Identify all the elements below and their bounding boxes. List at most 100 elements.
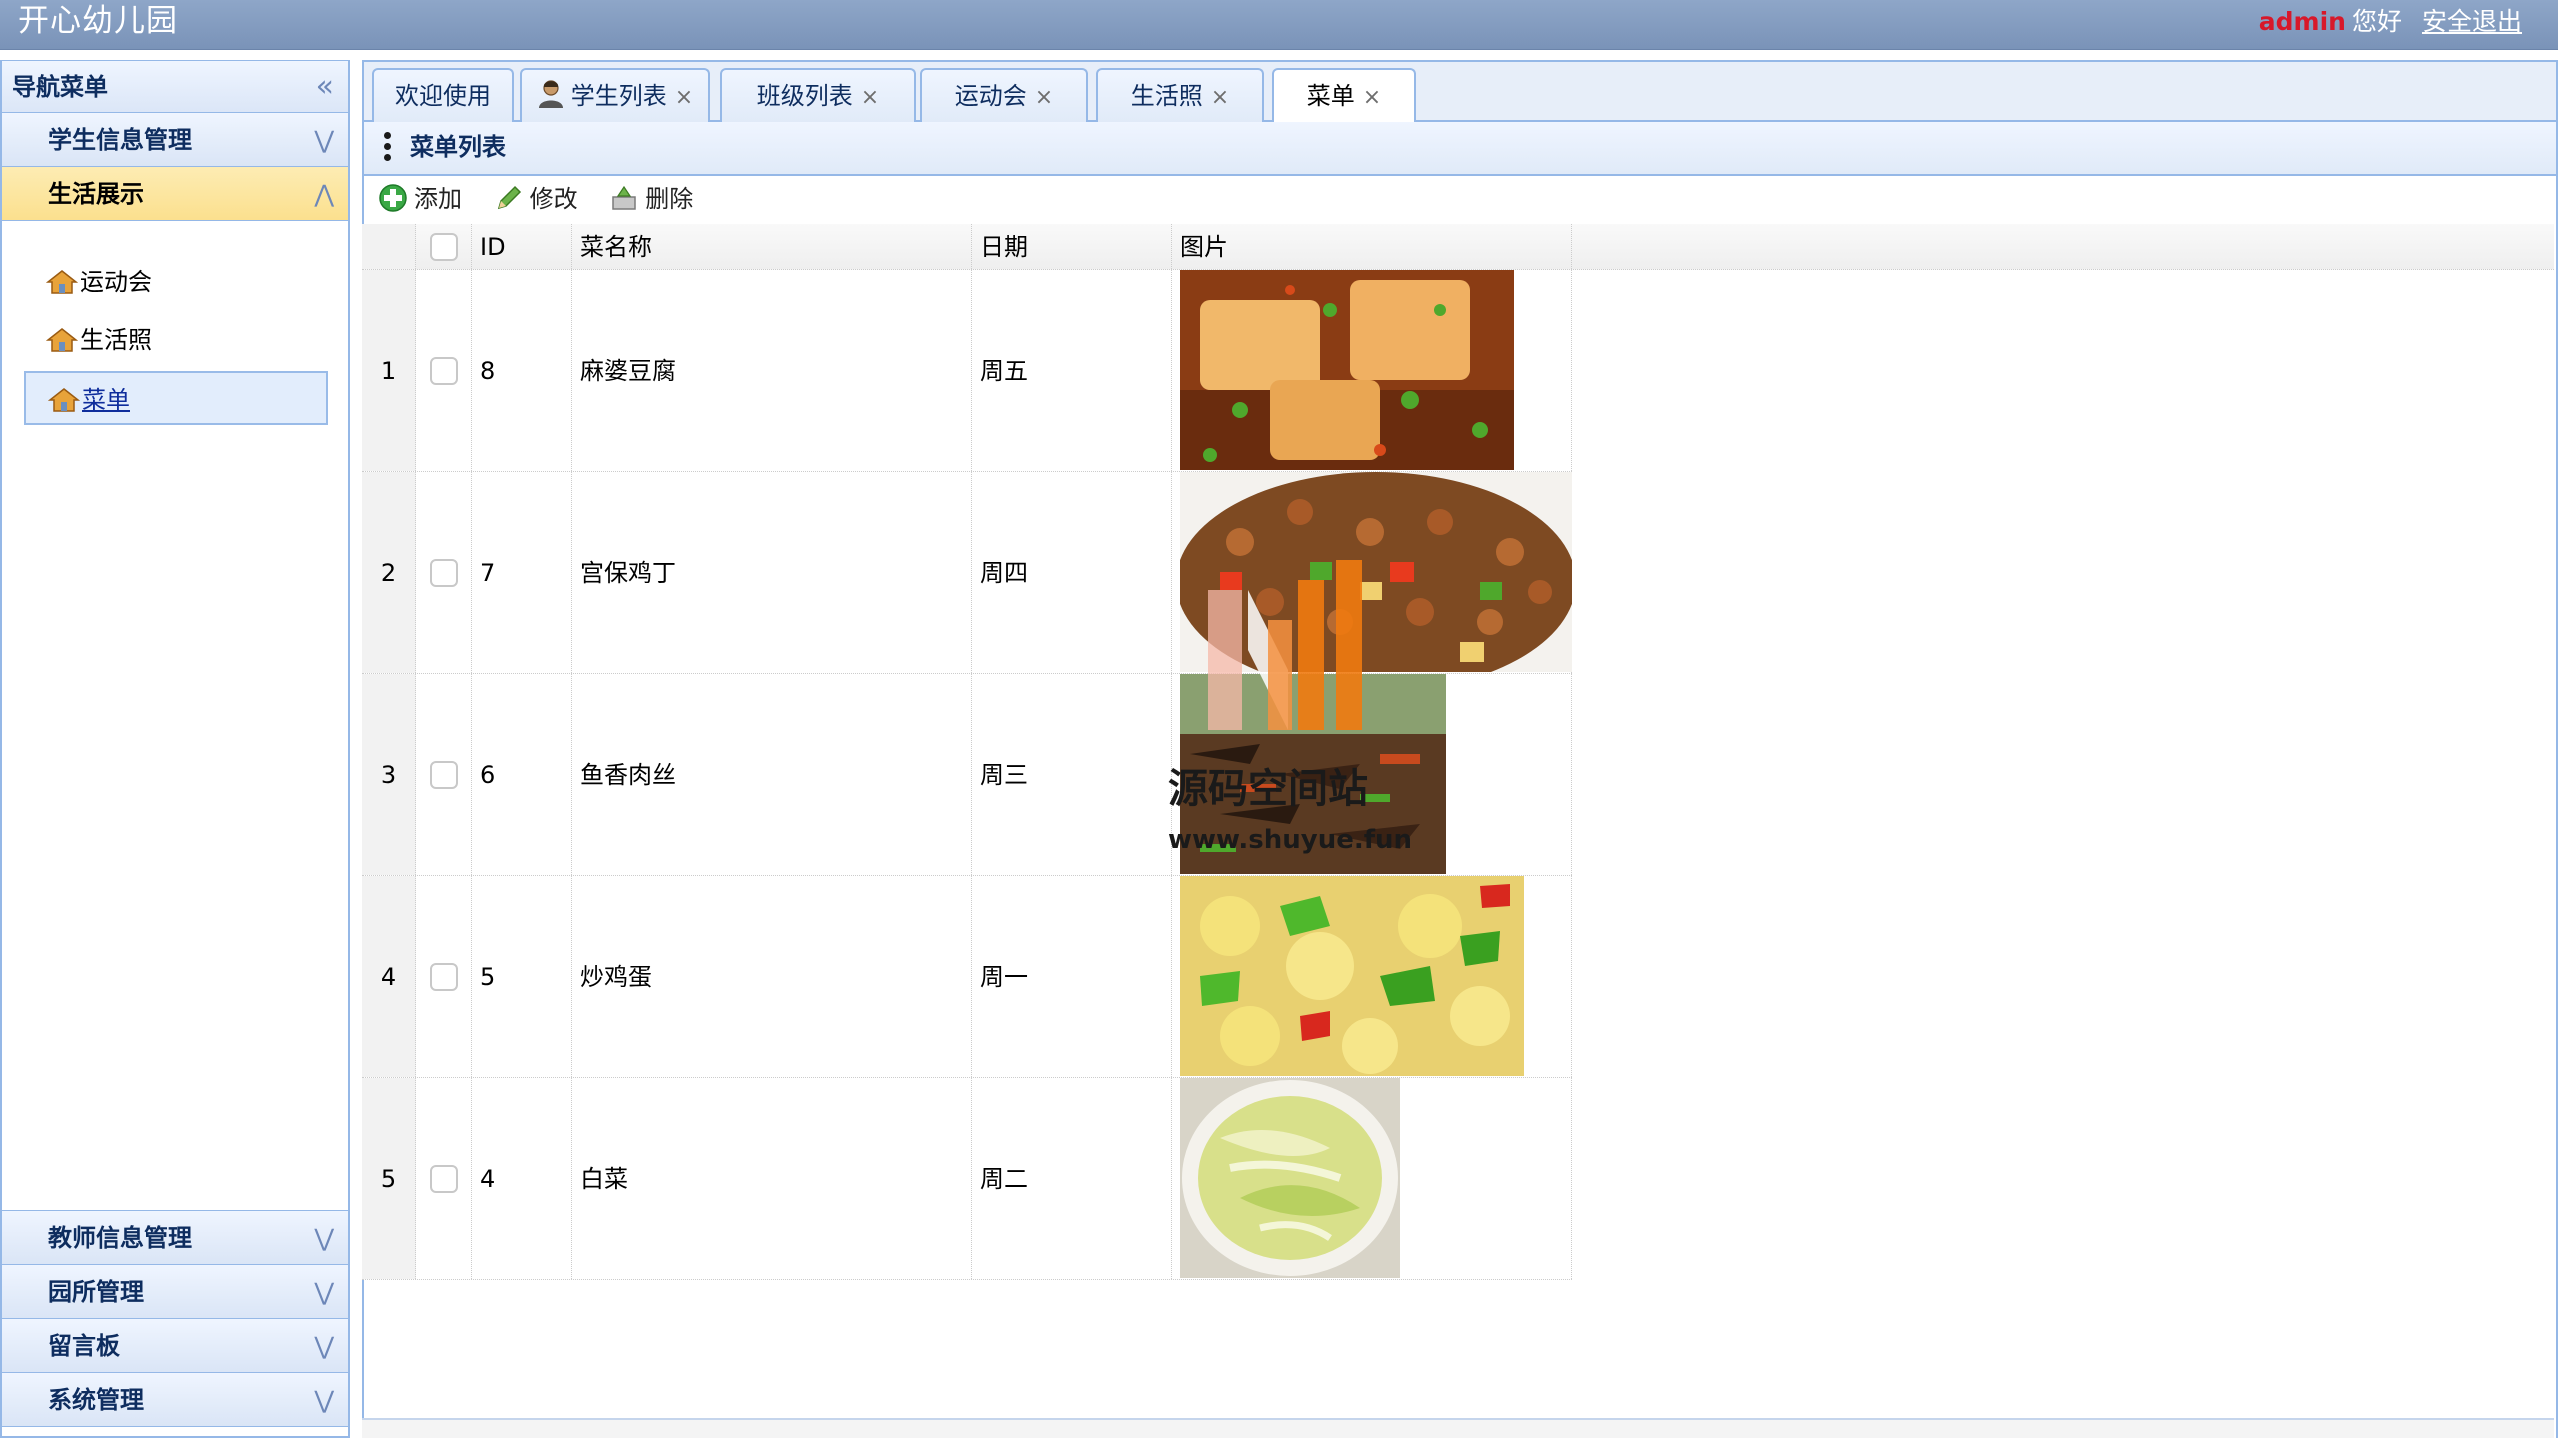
tab-label: 学生列表 [570,82,667,110]
sidebar: 导航菜单 « 学生信息管理 ⋁ 生活展示 ⋀ 运动会 生活照 菜单 教师信息管理… [0,60,350,1438]
column-header-id[interactable]: ID [472,224,572,269]
chevron-down-icon: ⋁ [314,1278,334,1306]
logout-link[interactable]: 安全退出 [2422,7,2522,36]
tab-life-photos[interactable]: 生活照 × [1096,68,1264,124]
menu-data-grid: ID 菜名称 日期 图片 1 8 麻婆豆腐 周五 2 7 宫保鸡丁 周四 3 6… [362,224,2554,1280]
kungpao-chicken-photo [1180,472,1572,672]
home-icon [46,328,78,352]
section-label: 教师信息管理 [48,1224,192,1252]
top-header: 开心幼儿园 admin 您好 安全退出 [0,0,2558,50]
row-checkbox[interactable] [430,558,458,587]
scrambled-egg-photo [1180,876,1524,1076]
cell-date: 周二 [972,1078,1172,1279]
cell-date: 周四 [972,472,1172,673]
tab-label: 运动会 [954,82,1027,110]
cell-image [1172,270,1572,471]
main-area: 欢迎使用 学生列表 × 班级列表 × 运动会 × 生活照 × 菜单 × 菜单列表 添加 修… [362,60,2558,1438]
row-checkbox[interactable] [430,962,458,991]
close-icon[interactable]: × [675,85,693,110]
row-number: 4 [362,876,416,1077]
section-school-admin[interactable]: 园所管理 ⋁ [2,1265,348,1319]
row-select-cell [416,876,472,1077]
tab-label: 菜单 [1306,82,1355,110]
row-checkbox[interactable] [430,760,458,789]
section-label: 园所管理 [48,1278,144,1306]
sidebar-title: 导航菜单 [12,73,108,101]
tab-menu[interactable]: 菜单 × [1272,68,1416,126]
delete-button[interactable]: 删除 [609,176,693,222]
pencil-icon [497,185,521,210]
cell-id: 4 [472,1078,572,1279]
section-label: 生活展示 [48,180,144,208]
edit-label: 修改 [529,185,578,213]
cell-date: 周一 [972,876,1172,1077]
tab-class-list[interactable]: 班级列表 × [720,68,916,124]
row-checkbox[interactable] [430,1164,458,1193]
plus-icon [379,184,407,212]
row-number: 3 [362,674,416,875]
close-icon[interactable]: × [1211,85,1229,110]
toolbar: 添加 修改 删除 [364,176,2556,222]
select-all-checkbox[interactable] [430,232,458,261]
add-label: 添加 [414,185,462,213]
cell-id: 6 [472,674,572,875]
edit-button[interactable]: 修改 [494,176,578,222]
row-number-header [362,224,416,269]
user-area: admin 您好 安全退出 [2259,4,2522,40]
sidebar-item-label: 生活照 [80,326,152,354]
tab-label: 生活照 [1130,82,1203,110]
grid-footer [362,1418,2554,1438]
section-system-admin[interactable]: 系统管理 ⋁ [2,1373,348,1427]
tab-label: 班级列表 [756,82,853,110]
table-row[interactable]: 4 5 炒鸡蛋 周一 [362,876,1572,1078]
cell-id: 8 [472,270,572,471]
row-select-cell [416,1078,472,1279]
sidebar-item-menu[interactable]: 菜单 [24,371,328,425]
cell-name: 宫保鸡丁 [572,472,972,673]
tab-welcome[interactable]: 欢迎使用 [372,68,514,124]
cell-name: 麻婆豆腐 [572,270,972,471]
row-select-cell [416,270,472,471]
row-select-cell [416,472,472,673]
tab-sports-day[interactable]: 运动会 × [920,68,1088,124]
close-icon[interactable]: × [1363,85,1381,110]
tab-label: 欢迎使用 [395,82,491,110]
sidebar-item-life-photos[interactable]: 生活照 [24,313,328,367]
close-icon[interactable]: × [861,85,879,110]
row-checkbox[interactable] [430,356,458,385]
sidebar-item-label: 菜单 [82,386,130,414]
table-row[interactable]: 3 6 鱼香肉丝 周三 [362,674,1572,876]
row-number: 2 [362,472,416,673]
mapo-tofu-photo [1180,270,1514,470]
table-row[interactable]: 5 4 白菜 周二 [362,1078,1572,1280]
section-student-info[interactable]: 学生信息管理 ⋁ [2,113,348,167]
collapse-sidebar-icon[interactable]: « [316,61,334,113]
section-label: 学生信息管理 [48,126,192,154]
trash-icon [612,185,637,210]
column-header-name[interactable]: 菜名称 [572,224,972,269]
cell-name: 炒鸡蛋 [572,876,972,1077]
cell-image [1172,876,1572,1077]
table-row[interactable]: 1 8 麻婆豆腐 周五 [362,270,1572,472]
section-message-board[interactable]: 留言板 ⋁ [2,1319,348,1373]
row-number: 5 [362,1078,416,1279]
more-vertical-icon [384,132,392,164]
add-button[interactable]: 添加 [378,176,462,222]
section-life-display[interactable]: 生活展示 ⋀ [2,167,348,221]
section-teacher-info[interactable]: 教师信息管理 ⋁ [2,1211,348,1265]
chevron-down-icon: ⋁ [314,1224,334,1252]
app-title: 开心幼儿园 [18,3,178,39]
section-label: 系统管理 [48,1386,144,1414]
table-row[interactable]: 2 7 宫保鸡丁 周四 [362,472,1572,674]
sidebar-item-sports-day[interactable]: 运动会 [24,255,328,309]
username: admin [2258,7,2346,36]
chevron-up-icon: ⋀ [314,180,334,208]
user-avatar-icon [538,80,563,108]
column-header-image[interactable]: 图片 [1172,224,1572,269]
close-icon[interactable]: × [1035,85,1053,110]
section-life-display-body: 运动会 生活照 菜单 [2,221,348,1211]
column-header-date[interactable]: 日期 [972,224,1172,269]
tab-bar: 欢迎使用 学生列表 × 班级列表 × 运动会 × 生活照 × 菜单 × [362,60,2558,126]
sidebar-item-label: 运动会 [80,268,152,296]
tab-student-list[interactable]: 学生列表 × [520,68,710,124]
